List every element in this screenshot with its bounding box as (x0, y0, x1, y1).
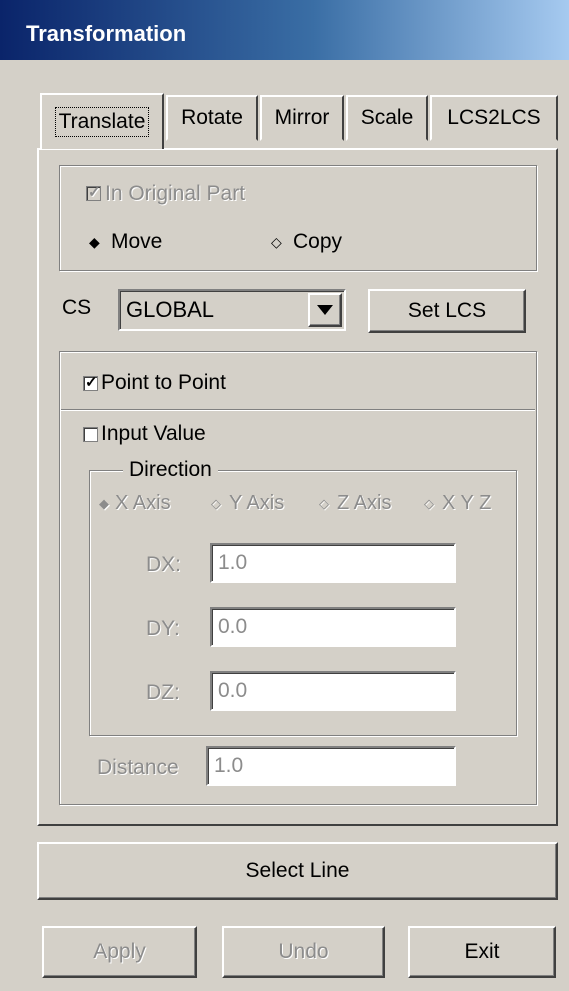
input-value-label[interactable]: Input Value (101, 422, 206, 446)
undo-button[interactable]: Undo (222, 926, 385, 978)
select-line-button-label: Select Line (245, 859, 350, 882)
y-axis-radio-label[interactable]: Y Axis (229, 492, 284, 515)
distance-field[interactable]: 1.0 (206, 746, 456, 786)
tab-translate[interactable]: Translate (40, 93, 164, 149)
select-line-button[interactable]: Select Line (37, 842, 558, 900)
direction-group-label: Direction (123, 458, 218, 482)
tab-scale[interactable]: Scale (346, 95, 428, 141)
divider (61, 409, 535, 411)
input-value-checkbox[interactable] (83, 427, 98, 442)
tab-mirror[interactable]: Mirror (260, 95, 344, 141)
cs-label: CS (62, 296, 92, 319)
transformation-window: Transformation Translate Rotate Mirror S… (0, 0, 569, 991)
cs-select-value: GLOBAL (126, 297, 215, 322)
dx-field-value: 1.0 (218, 551, 248, 574)
dz-label: DZ: (146, 681, 180, 704)
dx-label: DX: (146, 553, 182, 576)
tab-rotate[interactable]: Rotate (166, 95, 258, 141)
xyz-radio-icon[interactable]: ◇ (424, 496, 434, 512)
in-original-part-label: In Original Part (105, 182, 246, 205)
cs-dropdown-button[interactable] (308, 293, 342, 327)
tab-scale-label: Scale (360, 106, 414, 129)
apply-button[interactable]: Apply (42, 926, 197, 978)
tab-lcs2lcs-label: LCS2LCS (447, 106, 541, 129)
set-lcs-button[interactable]: Set LCS (368, 289, 526, 333)
xyz-radio-label[interactable]: X Y Z (442, 492, 491, 515)
in-original-part-checkbox[interactable]: ✓ (86, 184, 101, 201)
copy-radio-label[interactable]: Copy (293, 230, 342, 254)
dx-field[interactable]: 1.0 (210, 543, 456, 583)
dz-field-value: 0.0 (218, 679, 248, 702)
exit-button-label: Exit (464, 940, 500, 963)
translate-panel: ✓ In Original Part ◆ Move ◇ Copy CS GLOB… (37, 148, 558, 826)
dy-label: DY: (146, 617, 180, 640)
move-radio-selected-icon[interactable]: ◆ (89, 234, 100, 251)
mode-group (59, 165, 537, 271)
copy-radio-icon[interactable]: ◇ (271, 234, 282, 251)
window-title: Transformation (26, 21, 187, 46)
cs-select[interactable]: GLOBAL (118, 289, 346, 331)
chevron-down-icon (317, 305, 333, 315)
distance-field-value: 1.0 (214, 754, 244, 777)
checkmark-icon: ✓ (88, 184, 101, 201)
title-bar[interactable]: Transformation (0, 0, 569, 60)
y-axis-radio-icon[interactable]: ◇ (211, 496, 221, 512)
undo-button-label: Undo (278, 940, 329, 963)
x-axis-radio-selected-icon[interactable]: ◆ (99, 496, 109, 512)
tab-lcs2lcs[interactable]: LCS2LCS (430, 95, 558, 141)
dz-field[interactable]: 0.0 (210, 671, 456, 711)
distance-label: Distance (97, 756, 179, 779)
apply-button-label: Apply (93, 940, 146, 963)
exit-button[interactable]: Exit (408, 926, 556, 978)
z-axis-radio-icon[interactable]: ◇ (319, 496, 329, 512)
dy-field-value: 0.0 (218, 615, 248, 638)
tab-rotate-label: Rotate (181, 106, 243, 129)
tab-mirror-label: Mirror (274, 106, 330, 129)
dy-field[interactable]: 0.0 (210, 607, 456, 647)
point-to-point-label[interactable]: Point to Point (101, 371, 226, 395)
checkmark-icon: ✓ (85, 374, 98, 391)
point-to-point-checkbox[interactable]: ✓ (83, 374, 98, 391)
z-axis-radio-label[interactable]: Z Axis (337, 492, 391, 515)
set-lcs-button-label: Set LCS (407, 299, 487, 322)
move-radio-label[interactable]: Move (111, 230, 162, 254)
tab-translate-label: Translate (54, 107, 150, 137)
x-axis-radio-label[interactable]: X Axis (115, 492, 171, 515)
